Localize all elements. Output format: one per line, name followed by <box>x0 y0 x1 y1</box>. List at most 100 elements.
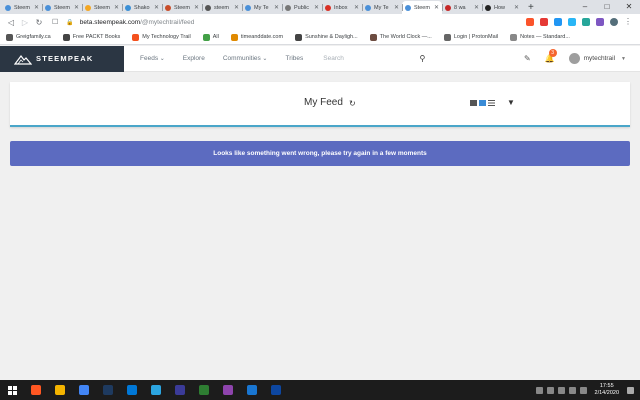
browser-tab[interactable]: Inbox ✕ <box>322 1 362 14</box>
tab-close-icon[interactable]: ✕ <box>354 4 359 11</box>
system-tray: 17:55 2/14/2020 <box>535 383 640 397</box>
browser-tab[interactable]: Public ✕ <box>282 1 322 14</box>
bookmark-item[interactable]: The World Clock —... <box>369 33 432 41</box>
tab-close-icon[interactable]: ✕ <box>274 4 279 11</box>
tab-close-icon[interactable]: ✕ <box>34 4 39 11</box>
tab-close-icon[interactable]: ✕ <box>74 4 79 11</box>
tray-icon[interactable] <box>546 386 554 394</box>
browser-tab[interactable]: 8 wa ✕ <box>442 1 482 14</box>
close-window-button[interactable]: ✕ <box>618 0 640 14</box>
taskbar-clock[interactable]: 17:55 2/14/2020 <box>595 383 619 397</box>
new-tab-button[interactable]: + <box>522 1 540 14</box>
search-icon[interactable]: ⚲ <box>419 54 425 63</box>
nav-item-label: Communities <box>222 55 261 62</box>
search-input[interactable]: Search ⚲ <box>323 54 425 63</box>
taskbar-app-icon[interactable] <box>24 380 48 400</box>
tab-close-icon[interactable]: ✕ <box>474 4 479 11</box>
browser-tab[interactable]: Steem ✕ <box>42 1 82 14</box>
tray-icon[interactable] <box>535 386 543 394</box>
taskbar-app-icon[interactable] <box>216 380 240 400</box>
bookmark-item[interactable]: Sunshine & Dayligh... <box>295 33 358 41</box>
bookmark-item[interactable]: Greigfamily.ca <box>6 33 51 41</box>
extension-icon[interactable] <box>554 18 562 26</box>
list-view-icon[interactable] <box>488 100 495 106</box>
notification-center-icon[interactable] <box>627 386 634 394</box>
address-bar[interactable]: ☐ 🔒 beta.steempeak.com/@mytechtrail/feed <box>52 16 520 28</box>
browser-tab[interactable]: Steem ✕ <box>162 1 202 14</box>
bookmark-item[interactable]: Free PACKT Books <box>62 33 120 41</box>
bookmark-item[interactable]: Notes — Standard... <box>510 33 570 41</box>
tab-close-icon[interactable]: ✕ <box>434 4 439 11</box>
chevron-down-icon[interactable]: ▼ <box>621 56 626 62</box>
nav-item-feeds[interactable]: Feeds ⌄ <box>140 55 165 62</box>
browser-tab[interactable]: Steem ✕ <box>2 1 42 14</box>
taskbar-app-icon[interactable] <box>96 380 120 400</box>
tab-close-icon[interactable]: ✕ <box>234 4 239 11</box>
taskbar-app-icon[interactable] <box>168 380 192 400</box>
header-user-area: ✎ 🔔 3 mytechtrail ▼ <box>524 49 640 64</box>
lock-icon[interactable]: 🔒 <box>66 19 73 26</box>
tab-close-icon[interactable]: ✕ <box>194 4 199 11</box>
clock-time: 17:55 <box>599 383 614 389</box>
menu-icon[interactable]: ⋮ <box>624 18 632 26</box>
windows-start-icon[interactable] <box>0 380 24 400</box>
bookmark-star-icon[interactable]: ☐ <box>52 18 58 26</box>
error-message: Looks like something went wrong, please … <box>213 150 427 157</box>
avatar[interactable] <box>568 53 580 64</box>
browser-tab[interactable]: steem ✕ <box>202 1 242 14</box>
browser-tab[interactable]: Shako ✕ <box>122 1 162 14</box>
nav-item-explore[interactable]: Explore <box>183 55 205 62</box>
network-icon[interactable] <box>568 386 576 394</box>
steempeak-logo[interactable]: STEEMPEAK <box>0 45 124 72</box>
taskbar-app-icon[interactable] <box>264 380 288 400</box>
tab-favicon-icon <box>245 4 251 11</box>
browser-tab[interactable]: Steem ✕ <box>82 1 122 14</box>
bookmark-label: Greigfamily.ca <box>16 34 51 40</box>
tray-icon[interactable] <box>557 386 565 394</box>
tab-close-icon[interactable]: ✕ <box>114 4 119 11</box>
maximize-button[interactable]: □ <box>596 0 618 14</box>
browser-tab[interactable]: How ✕ <box>482 1 522 14</box>
bell-icon[interactable]: 🔔 3 <box>545 49 557 63</box>
brave-shield-icon[interactable] <box>526 18 534 26</box>
browser-tab[interactable]: My Te ✕ <box>362 1 402 14</box>
browser-tab[interactable]: Steem ✕ <box>402 1 442 14</box>
nav-item-tribes[interactable]: Tribes <box>285 55 303 62</box>
taskbar-app-icon[interactable] <box>72 380 96 400</box>
taskbar-app-icon[interactable] <box>120 380 144 400</box>
nav-item-communities[interactable]: Communities ⌄ <box>223 55 268 62</box>
taskbar-app-icon[interactable] <box>192 380 216 400</box>
minimize-button[interactable]: – <box>574 0 596 14</box>
username[interactable]: mytechtrail <box>584 55 615 62</box>
volume-icon[interactable] <box>579 386 587 394</box>
extension-icon[interactable] <box>568 18 576 26</box>
card-view-icon[interactable] <box>470 100 477 106</box>
extension-icon[interactable] <box>582 18 590 26</box>
bookmark-label: All <box>212 34 219 40</box>
tab-title: Public <box>294 4 309 11</box>
extension-icon[interactable] <box>596 18 604 26</box>
error-banner: Looks like something went wrong, please … <box>10 141 630 166</box>
tab-close-icon[interactable]: ✕ <box>514 4 519 11</box>
bookmark-item[interactable]: timeanddate.com <box>230 33 284 41</box>
tab-close-icon[interactable]: ✕ <box>394 4 399 11</box>
bookmark-item[interactable]: My Technology Trail <box>132 33 191 41</box>
grid-view-icon[interactable] <box>479 100 486 106</box>
filter-icon[interactable]: ▼ <box>507 98 515 107</box>
taskbar-app-icon[interactable] <box>240 380 264 400</box>
taskbar-app-icon[interactable] <box>144 380 168 400</box>
refresh-icon[interactable]: ↻ <box>349 99 356 108</box>
pencil-icon[interactable]: ✎ <box>524 54 531 63</box>
tab-close-icon[interactable]: ✕ <box>314 4 319 11</box>
profile-icon[interactable] <box>610 18 618 26</box>
brave-rewards-icon[interactable] <box>540 18 548 26</box>
bookmark-item[interactable]: Login | ProtonMail <box>443 33 498 41</box>
bookmark-item[interactable]: All <box>202 33 219 41</box>
bookmark-label: timeanddate.com <box>240 34 284 40</box>
taskbar-app-icon[interactable] <box>48 380 72 400</box>
browser-tab[interactable]: My Te ✕ <box>242 1 282 14</box>
tab-close-icon[interactable]: ✕ <box>154 4 159 11</box>
back-icon[interactable]: ◁ <box>4 18 18 27</box>
forward-icon[interactable]: ▷ <box>18 18 32 27</box>
reload-icon[interactable]: ↻ <box>32 18 46 27</box>
